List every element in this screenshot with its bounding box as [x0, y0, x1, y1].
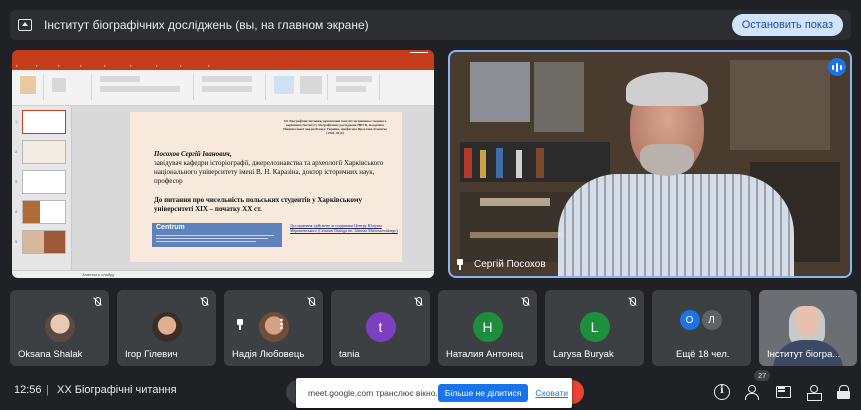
- more-options-icon[interactable]: [280, 318, 283, 330]
- mic-off-icon: [521, 297, 529, 307]
- speaker-hair: [626, 72, 708, 106]
- slide-thumbnail[interactable]: 3: [15, 170, 66, 194]
- participant-avatar: L: [579, 312, 610, 342]
- more-participants-tile[interactable]: О Л Ещё 18 чел.: [652, 290, 751, 366]
- speaker-name: Сергій Посохов: [474, 259, 546, 270]
- participant-name: Oksana Shalak: [18, 349, 83, 360]
- slide-author-name: Посохов Сергій Іванович,: [154, 150, 232, 158]
- slide-thumbnail-panel[interactable]: 1 2 3 4 5: [12, 106, 72, 270]
- slide-header-text: XX Біографічні читання, присвячені пам'я…: [283, 119, 387, 135]
- meet-window: Інститут біографічних досліджень (вы, на…: [0, 0, 861, 410]
- slide-thumbnail[interactable]: 2: [15, 140, 66, 164]
- participant-name: tania: [339, 349, 360, 360]
- participant-name: Надія Любовець: [232, 349, 305, 360]
- tile-hover-controls: [236, 318, 283, 330]
- participant-name: Ігор Гілевич: [125, 349, 178, 360]
- participant-name: Larysa Buryak: [553, 349, 614, 360]
- participant-tile[interactable]: Oksana Shalak: [10, 290, 109, 366]
- share-notice-message: meet.google.com транслює вікно.: [308, 388, 438, 398]
- pin-icon[interactable]: [456, 259, 464, 270]
- hide-notice-link[interactable]: Сховати: [535, 388, 568, 398]
- window-controls-icon: [410, 52, 428, 58]
- presenting-banner: Інститут біографічних досліджень (вы, на…: [10, 10, 851, 40]
- slide-support-text: Дослідження здійснено за підтримки Центр…: [290, 223, 398, 233]
- participant-tile[interactable]: t tania: [331, 290, 430, 366]
- mic-off-icon: [307, 297, 315, 307]
- mic-off-icon: [628, 297, 636, 307]
- slide-author-details: завідувач кафедри історіографії, джерело…: [154, 159, 384, 185]
- participant-tile[interactable]: Н Наталия Антонец: [438, 290, 537, 366]
- participant-avatar: Н: [472, 312, 503, 342]
- presenting-title: Інститут біографічних досліджень (вы, на…: [44, 18, 369, 32]
- meeting-clock: 12:56: [14, 384, 42, 396]
- speaker-name-label: Сергій Посохов: [456, 259, 546, 270]
- chat-icon[interactable]: [775, 384, 791, 400]
- participant-avatar: [44, 312, 75, 342]
- people-icon[interactable]: [744, 384, 760, 400]
- current-slide: XX Біографічні читання, присвячені пам'я…: [130, 112, 402, 262]
- powerpoint-ribbon-toolbar: [12, 70, 434, 106]
- slide-thumbnail[interactable]: 5: [15, 230, 66, 254]
- speaker-beard: [640, 144, 694, 176]
- self-view-tile[interactable]: Інститут біогра...: [759, 290, 857, 366]
- meeting-details-icon[interactable]: [714, 384, 730, 400]
- participant-avatar: t: [365, 312, 396, 342]
- powerpoint-ribbon-tabs: ▪ ▪ ▪ ▪ ▪ ▪ ▪ ▪ ▪: [12, 62, 434, 70]
- slide-topic: До питання про чисельність польських сту…: [154, 196, 363, 213]
- stop-presenting-button[interactable]: Остановить показ: [731, 14, 843, 36]
- mic-off-icon: [200, 297, 208, 307]
- participant-name: Наталия Антонец: [446, 349, 524, 360]
- active-speaker-tile[interactable]: Сергій Посохов: [448, 50, 852, 278]
- shared-screen-tile[interactable]: ▪ ▪ ▪ ▪ ▪ ▪ ▪ ▪ ▪ 1 2 3 4 5 XX Біографіч…: [12, 50, 434, 278]
- meeting-control-bar: 12:56 | XX Біографічні читання meet.goog…: [0, 370, 861, 410]
- centrum-logo-block: Centrum: [152, 223, 282, 247]
- more-participants-avatars: О Л: [679, 310, 722, 330]
- stop-sharing-button[interactable]: Більше не ділитися: [437, 384, 529, 402]
- participant-strip: Oksana Shalak Ігор Гілевич Надія Любовец…: [10, 290, 857, 366]
- host-controls-icon[interactable]: [836, 384, 852, 400]
- clock-separator: |: [46, 384, 49, 396]
- slide-author: Посохов Сергій Іванович, завідувач кафед…: [154, 150, 390, 186]
- pin-icon[interactable]: [236, 318, 244, 330]
- screen-share-notice: meet.google.com транслює вікно. Більше н…: [296, 378, 572, 408]
- slide-editing-canvas[interactable]: XX Біографічні читання, присвячені пам'я…: [72, 106, 434, 270]
- participant-name: Інститут біогра...: [767, 349, 841, 360]
- speaker-shirt: [558, 174, 794, 276]
- people-count-badge: 27: [754, 370, 771, 381]
- slide-notes-label[interactable]: Заметки к слайду: [82, 272, 114, 277]
- activities-icon[interactable]: [806, 384, 822, 401]
- participant-avatar: [151, 312, 182, 342]
- centrum-name: Centrum: [156, 224, 185, 231]
- slide-thumbnail[interactable]: 1: [15, 110, 66, 134]
- participant-tile[interactable]: L Larysa Buryak: [545, 290, 644, 366]
- participant-avatar: О: [679, 310, 700, 330]
- speaking-indicator-icon: [828, 58, 846, 76]
- participant-avatar: Л: [701, 310, 722, 330]
- participant-tile[interactable]: Надія Любовець: [224, 290, 323, 366]
- slide-thumbnail[interactable]: 4: [15, 200, 66, 224]
- present-screen-icon: [18, 19, 32, 31]
- mic-off-icon: [93, 297, 101, 307]
- powerpoint-titlebar: [12, 50, 434, 62]
- mic-off-icon: [414, 297, 422, 307]
- participant-tile[interactable]: Ігор Гілевич: [117, 290, 216, 366]
- powerpoint-status-bar: Заметки к слайду: [12, 270, 434, 278]
- meeting-title: XX Біографічні читання: [57, 384, 177, 396]
- more-participants-count: Ещё 18 чел.: [676, 349, 730, 360]
